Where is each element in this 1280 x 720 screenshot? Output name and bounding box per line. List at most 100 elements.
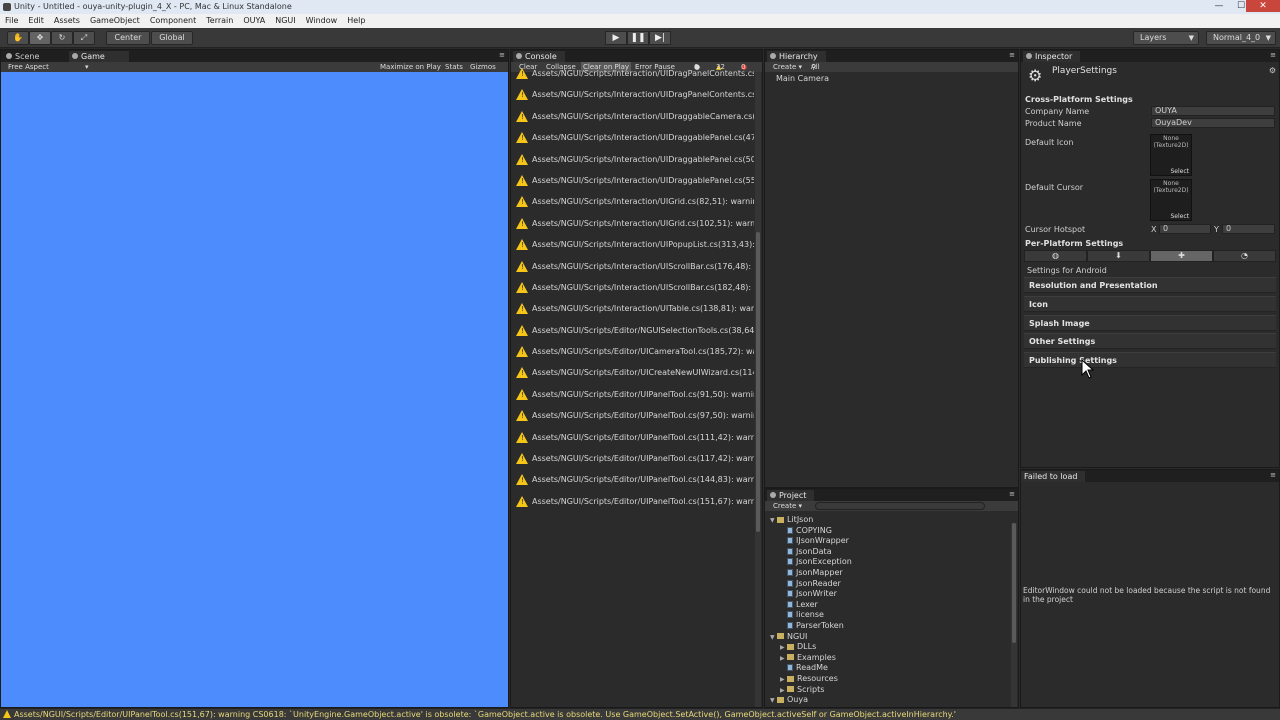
layers-dropdown[interactable]: Layers ▼: [1133, 31, 1199, 45]
expand-down-icon[interactable]: ▼: [770, 632, 777, 643]
project-tree-item[interactable]: ReadMe: [780, 662, 828, 673]
menu-gameobject[interactable]: GameObject: [85, 14, 145, 28]
project-tree-item[interactable]: JsonData: [780, 546, 832, 557]
menu-window[interactable]: Window: [301, 14, 343, 28]
hand-tool-button[interactable]: ✋: [7, 31, 29, 45]
default-cursor-field[interactable]: None (Texture2D) Select: [1150, 179, 1192, 221]
menu-terrain[interactable]: Terrain: [201, 14, 238, 28]
project-tree-item[interactable]: ▶ Scripts: [780, 684, 824, 695]
play-button[interactable]: ▶: [605, 31, 627, 45]
console-log-row[interactable]: Assets/NGUI/Scripts/Interaction/UIGrid.c…: [511, 191, 754, 212]
console-log-row[interactable]: Assets/NGUI/Scripts/Interaction/UIDragga…: [511, 127, 754, 148]
game-viewport[interactable]: [1, 72, 508, 707]
menu-assets[interactable]: Assets: [49, 14, 85, 28]
tab-console[interactable]: Console: [513, 51, 565, 62]
console-log-row[interactable]: Assets/NGUI/Scripts/Editor/UIPanelTool.c…: [511, 405, 754, 426]
project-tree-item[interactable]: ParserToken: [780, 620, 844, 631]
project-create-button[interactable]: Create ▾: [773, 501, 802, 511]
default-icon-field[interactable]: None (Texture2D) Select: [1150, 134, 1192, 176]
console-log-row[interactable]: Assets/NGUI/Scripts/Interaction/UIScroll…: [511, 277, 754, 298]
project-scroll-thumb[interactable]: [1012, 523, 1016, 643]
console-log-row[interactable]: Assets/NGUI/Scripts/Editor/NGUISelection…: [511, 320, 754, 341]
console-log-row[interactable]: Assets/NGUI/Scripts/Editor/UICameraTool.…: [511, 341, 754, 362]
console-scroll-thumb[interactable]: [756, 232, 760, 532]
menu-file[interactable]: File: [0, 14, 23, 28]
project-tree-item[interactable]: JsonReader: [780, 578, 841, 589]
hotspot-y-input[interactable]: 0: [1222, 224, 1275, 234]
maximize-on-play-toggle[interactable]: Maximize on Play: [380, 62, 441, 72]
menu-component[interactable]: Component: [145, 14, 201, 28]
section-icon[interactable]: Icon: [1024, 296, 1276, 312]
pivot-center-button[interactable]: Center: [106, 31, 150, 45]
console-log-row[interactable]: Assets/NGUI/Scripts/Editor/UICreateNewUI…: [511, 362, 754, 383]
console-log-row[interactable]: Assets/NGUI/Scripts/Interaction/UIDragPa…: [511, 84, 754, 105]
project-tree-item[interactable]: COPYING: [780, 525, 832, 536]
stats-toggle[interactable]: Stats: [445, 62, 463, 72]
project-tree-item[interactable]: Lexer: [780, 599, 818, 610]
panel-menu-icon[interactable]: ≡: [499, 51, 505, 59]
section-publishing-settings[interactable]: Publishing Settings: [1024, 352, 1276, 368]
console-log-row[interactable]: Assets/NGUI/Scripts/Editor/UIPanelTool.c…: [511, 427, 754, 448]
scale-tool-button[interactable]: ⤢: [73, 31, 95, 45]
console-log-row[interactable]: Assets/NGUI/Scripts/Interaction/UIPopupL…: [511, 234, 754, 255]
console-log-row[interactable]: Assets/NGUI/Scripts/Interaction/UIDragPa…: [511, 63, 754, 84]
project-tree-item[interactable]: ▶ DLLs: [780, 641, 816, 652]
rotate-tool-button[interactable]: ↻: [51, 31, 73, 45]
project-tree-item[interactable]: IJsonWrapper: [780, 535, 849, 546]
console-log-row[interactable]: Assets/NGUI/Scripts/Editor/UIPanelTool.c…: [511, 384, 754, 405]
panel-menu-icon[interactable]: ≡: [1009, 51, 1015, 59]
menu-ngui[interactable]: NGUI: [270, 14, 300, 28]
pause-button[interactable]: ❚❚: [627, 31, 649, 45]
console-log-row[interactable]: Assets/NGUI/Scripts/Interaction/UIDragga…: [511, 106, 754, 127]
aspect-dropdown[interactable]: Free Aspect: [8, 62, 49, 72]
project-scrollbar[interactable]: [1011, 523, 1017, 707]
layout-dropdown[interactable]: Normal_4_0 ▼: [1206, 31, 1276, 45]
project-tree-item[interactable]: license: [780, 609, 824, 620]
panel-menu-icon[interactable]: ≡: [1009, 490, 1015, 498]
pivot-global-button[interactable]: Global: [151, 31, 193, 45]
console-log-row[interactable]: Assets/NGUI/Scripts/Interaction/UIDragga…: [511, 149, 754, 170]
section-splash-image[interactable]: Splash Image: [1024, 315, 1276, 331]
console-scrollbar[interactable]: [755, 72, 761, 707]
section-resolution[interactable]: Resolution and Presentation: [1024, 277, 1276, 293]
console-log-row[interactable]: Assets/NGUI/Scripts/Editor/UIPanelTool.c…: [511, 469, 754, 490]
platform-tab-android[interactable]: ✚: [1150, 250, 1213, 262]
minimize-button[interactable]: —: [1208, 0, 1230, 12]
project-tree-item[interactable]: ▼ Ouya: [770, 694, 808, 705]
tab-failed-to-load[interactable]: Failed to load: [1021, 471, 1086, 482]
hierarchy-item-main-camera[interactable]: Main Camera: [776, 73, 829, 84]
platform-tab-standalone[interactable]: ⬇: [1087, 250, 1150, 262]
project-tree-item[interactable]: JsonWriter: [780, 588, 837, 599]
settings-icon[interactable]: ⚙: [1269, 66, 1276, 75]
tab-game[interactable]: Game: [69, 51, 129, 62]
company-name-input[interactable]: OUYA: [1151, 106, 1275, 116]
panel-menu-icon[interactable]: ≡: [1270, 51, 1276, 59]
menu-help[interactable]: Help: [342, 14, 370, 28]
console-log-row[interactable]: Assets/NGUI/Scripts/Editor/UIPanelTool.c…: [511, 491, 754, 512]
hotspot-x-input[interactable]: 0: [1159, 224, 1211, 234]
project-tree-item[interactable]: ▶ Examples: [780, 652, 836, 663]
project-tree-item[interactable]: JsonMapper: [780, 567, 843, 578]
console-log-row[interactable]: Assets/NGUI/Scripts/Interaction/UITable.…: [511, 298, 754, 319]
console-log-row[interactable]: Assets/NGUI/Scripts/Interaction/UIDragga…: [511, 170, 754, 191]
section-other-settings[interactable]: Other Settings: [1024, 333, 1276, 349]
default-icon-select[interactable]: Select: [1170, 168, 1189, 175]
gizmos-toggle[interactable]: Gizmos: [470, 62, 496, 72]
project-tree-item[interactable]: JsonException: [780, 556, 852, 567]
status-bar[interactable]: Assets/NGUI/Scripts/Editor/UIPanelTool.c…: [0, 708, 1280, 720]
project-tree-item[interactable]: ▼ LitJson: [770, 514, 813, 525]
project-search-input[interactable]: [815, 502, 985, 510]
expand-down-icon[interactable]: ▼: [770, 695, 777, 706]
platform-tab-web[interactable]: ◍: [1024, 250, 1087, 262]
close-button[interactable]: ✕: [1246, 0, 1280, 12]
panel-menu-icon[interactable]: ≡: [1270, 471, 1276, 479]
console-log-row[interactable]: Assets/NGUI/Scripts/Interaction/UIGrid.c…: [511, 213, 754, 234]
product-name-input[interactable]: OuyaDev: [1151, 118, 1275, 128]
tab-inspector[interactable]: Inspector: [1023, 51, 1081, 62]
console-log-row[interactable]: Assets/NGUI/Scripts/Interaction/UIScroll…: [511, 256, 754, 277]
tab-scene[interactable]: Scene: [3, 51, 48, 62]
expand-down-icon[interactable]: ▼: [770, 515, 777, 526]
tab-project[interactable]: Project: [767, 490, 815, 501]
default-cursor-select[interactable]: Select: [1170, 213, 1189, 220]
menu-edit[interactable]: Edit: [23, 14, 49, 28]
